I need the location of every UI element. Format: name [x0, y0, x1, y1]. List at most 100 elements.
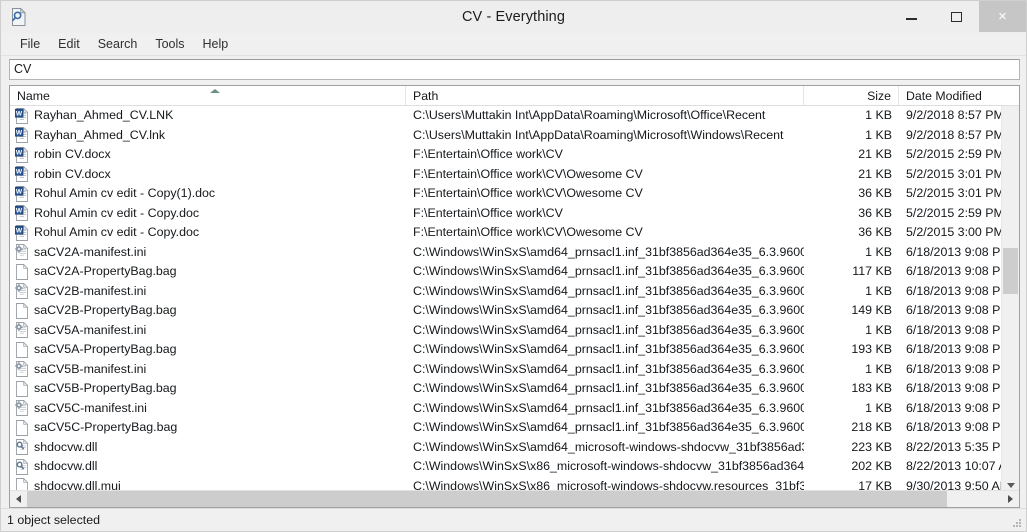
cell-size: 21 KB [858, 147, 892, 161]
cell-name: saCV5B-manifest.ini [10, 360, 406, 380]
file-name: Rayhan_Ahmed_CV.lnk [34, 127, 166, 142]
chevron-right-icon [1008, 495, 1013, 503]
cell-date: 8/22/2013 5:35 PM [906, 439, 1001, 454]
scroll-left-button[interactable] [10, 491, 27, 507]
cell-size: 183 KB [851, 381, 892, 395]
ini-config-icon [14, 243, 29, 261]
cell-size: 1 KB [865, 322, 892, 337]
horizontal-scrollbar-thumb[interactable] [27, 491, 947, 507]
cell-name: shdocvw.dll [10, 438, 406, 458]
minimize-icon [906, 17, 917, 20]
cell-date: 5/2/2015 3:00 PM [906, 225, 1001, 239]
file-name: Rohul Amin cv edit - Copy(1).doc [34, 186, 216, 200]
cell-path: F:\Entertain\Office work\CV\Owesome CV [413, 225, 643, 239]
cell-path: C:\Windows\WinSxS\amd64_prnsacl1.inf_31b… [413, 264, 804, 278]
table-row[interactable]: saCV5B-PropertyBag.bag C:\Windows\WinSxS\… [10, 379, 1001, 399]
cell-size: 149 KB [851, 303, 892, 317]
menu-item-file[interactable]: File [11, 35, 49, 54]
minimize-button[interactable] [889, 1, 934, 32]
column-header-date-label: Date Modified [906, 88, 982, 103]
table-row[interactable]: shdocvw.dll C:\Windows\WinSxS\amd64_micro… [10, 438, 1001, 458]
cell-name: saCV5A-manifest.ini [10, 321, 406, 341]
resize-grip-icon[interactable] [1012, 518, 1022, 528]
search-input[interactable]: CV [9, 59, 1020, 80]
word-document-icon: W [14, 204, 29, 222]
rows-region: W Rayhan_Ahmed_CV.LNK C:\Users\Muttakin In… [10, 106, 1019, 490]
vertical-scrollbar-thumb[interactable] [1003, 248, 1018, 294]
table-row[interactable]: W Rayhan_Ahmed_CV.LNK C:\Users\Muttakin In… [10, 106, 1001, 126]
scroll-up-button[interactable] [1019, 86, 1020, 105]
svg-text:W: W [16, 110, 23, 117]
scroll-down-button[interactable] [1002, 483, 1019, 488]
file-name: Rohul Amin cv edit - Copy.doc [34, 205, 200, 220]
table-row[interactable]: shdocvw.dll C:\Windows\WinSxS\x86_microso… [10, 457, 1001, 477]
horizontal-scrollbar[interactable] [10, 490, 1019, 507]
table-row[interactable]: saCV2A-PropertyBag.bag C:\Windows\WinSxS\… [10, 262, 1001, 282]
cell-name: saCV2B-manifest.ini [10, 282, 406, 302]
maximize-icon [951, 11, 962, 22]
cell-name: shdocvw.dll.mui [10, 477, 406, 490]
table-row[interactable]: Wrobin CV.docx F:\Entertain\Office work\C… [10, 165, 1001, 185]
file-name: saCV2A-PropertyBag.bag [34, 264, 177, 278]
table-row[interactable]: shdocvw.dll.mui C:\Windows\WinSxS\x86_mic… [10, 477, 1001, 491]
cell-size: 1 KB [865, 283, 892, 298]
table-row[interactable]: saCV2B-manifest.ini C:\Windows\WinSxS\amd… [10, 282, 1001, 302]
menu-item-search[interactable]: Search [89, 35, 147, 54]
menu-item-edit[interactable]: Edit [49, 35, 89, 54]
table-row[interactable]: saCV5B-manifest.ini C:\Windows\WinSxS\amd… [10, 360, 1001, 380]
word-document-icon: W [14, 146, 29, 163]
column-header-date-modified[interactable]: Date Modified [899, 86, 1019, 105]
menu-item-help[interactable]: Help [194, 35, 238, 54]
horizontal-scrollbar-track[interactable] [27, 491, 1002, 507]
blank-file-icon [15, 419, 29, 436]
cell-path: C:\Windows\WinSxS\amd64_prnsacl1.inf_31b… [413, 381, 804, 395]
table-row[interactable]: saCV5C-manifest.ini C:\Windows\WinSxS\amd… [10, 399, 1001, 419]
cell-path: C:\Windows\WinSxS\amd64_prnsacl1.inf_31b… [413, 342, 804, 356]
file-name: shdocvw.dll [34, 459, 98, 473]
table-row[interactable]: W Rohul Amin cv edit - Copy(1).doc F:\Ente… [10, 184, 1001, 204]
blank-file-icon [15, 302, 29, 319]
column-header-size[interactable]: Size [804, 86, 899, 105]
cell-date: 5/2/2015 3:01 PM [906, 186, 1001, 200]
table-row[interactable]: saCV5A-PropertyBag.bag C:\Windows\WinSxS\… [10, 340, 1001, 360]
table-row[interactable]: saCV2B-PropertyBag.bag C:\Windows\WinSxS\… [10, 301, 1001, 321]
menu-bar: File Edit Search Tools Help [1, 33, 1026, 56]
cell-date: 9/2/2018 8:57 PM [906, 108, 1001, 122]
cell-date: 9/30/2013 9:50 AM [906, 478, 1001, 491]
maximize-button[interactable] [934, 1, 979, 32]
cell-path: F:\Entertain\Office work\CV\Owesome CV [413, 166, 643, 181]
column-header-row: Name Path Size Date Modified [10, 86, 1019, 106]
table-row[interactable]: saCV5C-PropertyBag.bag C:\Windows\WinSxS\… [10, 418, 1001, 438]
table-row[interactable]: W Rohul Amin cv edit - Copy.doc F:\Enterta… [10, 223, 1001, 243]
cell-size: 1 KB [865, 400, 892, 415]
svg-text:W: W [16, 227, 23, 234]
file-name: saCV5C-manifest.ini [34, 400, 147, 415]
table-row[interactable]: W Rohul Amin cv edit - Copy.doc F:\Enterta… [10, 204, 1001, 224]
cell-path: C:\Windows\WinSxS\amd64_prnsacl1.inf_31b… [413, 322, 804, 337]
cell-size: 1 KB [865, 361, 892, 376]
scroll-right-button[interactable] [1002, 491, 1019, 507]
cell-name: W Rayhan_Ahmed_CV.lnk [10, 126, 406, 146]
cell-path: C:\Windows\WinSxS\amd64_prnsacl1.inf_31b… [413, 303, 804, 317]
cell-name: W Rohul Amin cv edit - Copy.doc [10, 223, 406, 243]
file-name: Rohul Amin cv edit - Copy.doc [34, 225, 200, 239]
table-row[interactable]: W Rayhan_Ahmed_CV.lnk C:\Users\Muttakin In… [10, 126, 1001, 146]
table-row[interactable]: Wrobin CV.docx F:\Entertain\Office work\C… [10, 145, 1001, 165]
cell-path: C:\Windows\WinSxS\amd64_prnsacl1.inf_31b… [413, 420, 804, 434]
title-bar[interactable]: CV - Everything × [1, 1, 1026, 33]
table-row[interactable]: saCV5A-manifest.ini C:\Windows\WinSxS\amd… [10, 321, 1001, 341]
table-row[interactable]: saCV2A-manifest.ini C:\Windows\WinSxS\amd… [10, 243, 1001, 263]
close-button[interactable]: × [979, 1, 1026, 32]
file-name: saCV5A-manifest.ini [34, 322, 147, 337]
column-header-path[interactable]: Path [406, 86, 804, 105]
word-document-icon: W [14, 165, 29, 183]
menu-item-tools[interactable]: Tools [146, 35, 193, 54]
cell-date: 6/18/2013 9:08 PM [906, 361, 1001, 376]
column-header-name[interactable]: Name [10, 86, 406, 105]
cell-name: saCV5C-manifest.ini [10, 399, 406, 419]
vertical-scrollbar[interactable] [1001, 106, 1019, 490]
word-document-icon: W [14, 224, 29, 241]
cell-date: 8/22/2013 10:07 AM [906, 459, 1001, 473]
file-name: robin CV.docx [34, 147, 111, 161]
file-name: saCV2A-manifest.ini [34, 244, 147, 259]
